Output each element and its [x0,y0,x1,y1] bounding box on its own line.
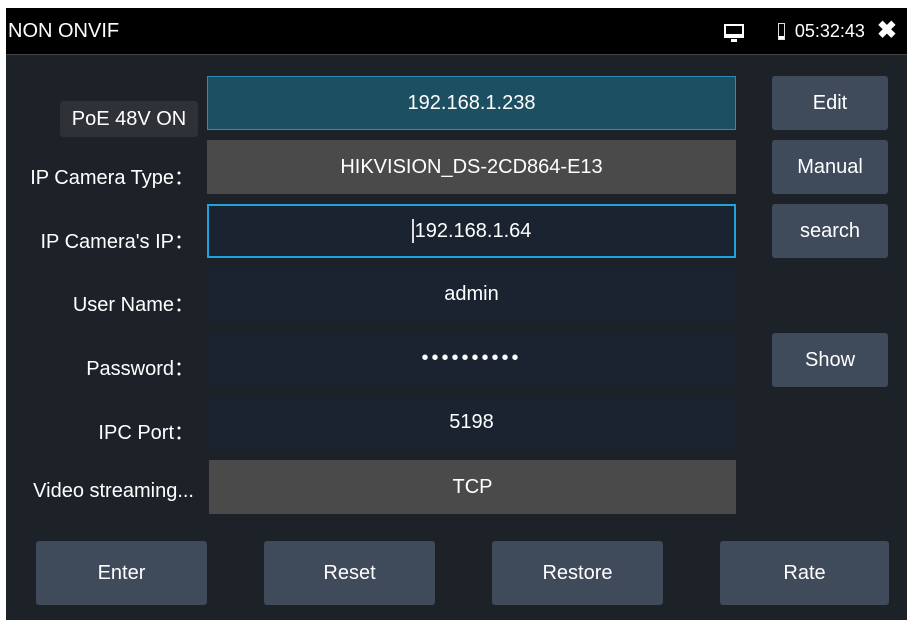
device-ip-field[interactable]: 192.168.1.238 [207,76,736,130]
poe-status-button[interactable]: PoE 48V ON [60,101,198,137]
password-label: Password： [86,358,194,380]
monitor-icon [723,24,744,42]
camera-ip-label: IP Camera's IP： [40,231,195,253]
user-name-label: User Name： [72,294,194,316]
ipc-port-label: IPC Port： [98,422,194,444]
video-streaming-select[interactable]: TCP [209,460,736,514]
search-button[interactable]: search [772,204,888,258]
text-caret [411,219,414,243]
camera-type-label: IP Camera Type： [30,167,194,189]
camera-type-select[interactable]: HIKVISION_DS-2CD864-E13 [207,140,736,194]
reset-button[interactable]: Reset [264,541,435,605]
camera-ip-input[interactable]: 192.168.1.64 [207,204,736,258]
user-name-input[interactable]: admin [207,267,736,321]
status-area: 05:32:43 ✖ [723,18,897,44]
page-title: NON ONVIF [8,20,120,42]
show-password-button[interactable]: Show [772,333,888,387]
ipc-port-input[interactable]: 5198 [207,395,736,449]
manual-button[interactable]: Manual [772,140,888,194]
edit-button[interactable]: Edit [772,76,888,130]
clock-time: 05:32:43 [794,20,865,41]
battery-icon [777,22,785,40]
rate-button[interactable]: Rate [720,541,889,605]
enter-button[interactable]: Enter [36,541,207,605]
title-bar: NON ONVIF 05:32:43 ✖ [6,8,907,55]
password-input[interactable]: •••••••••• [207,331,736,385]
screen: NON ONVIF 05:32:43 ✖ PoE 48V ON 192.168.… [6,8,907,620]
restore-button[interactable]: Restore [492,541,663,605]
camera-ip-value: 192.168.1.64 [414,219,532,242]
video-streaming-label: Video streaming... [33,480,194,502]
close-icon[interactable]: ✖ [877,19,897,43]
